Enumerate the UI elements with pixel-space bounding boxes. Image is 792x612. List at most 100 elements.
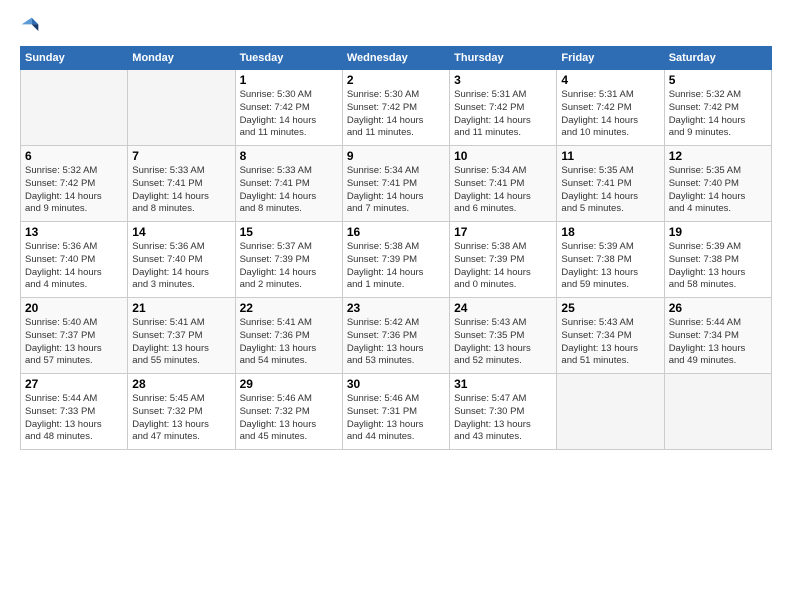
day-info: Sunrise: 5:45 AM Sunset: 7:32 PM Dayligh… bbox=[132, 393, 230, 444]
day-info: Sunrise: 5:38 AM Sunset: 7:39 PM Dayligh… bbox=[347, 241, 445, 292]
calendar-cell: 22Sunrise: 5:41 AM Sunset: 7:36 PM Dayli… bbox=[235, 298, 342, 374]
page: SundayMondayTuesdayWednesdayThursdayFrid… bbox=[0, 0, 792, 612]
calendar-cell: 2 Sunrise: 5:30 AM Sunset: 7:42 PM Daylig… bbox=[342, 70, 449, 146]
weekday-tuesday: Tuesday bbox=[235, 47, 342, 70]
day-number: 7 bbox=[132, 149, 230, 163]
day-number: 4 bbox=[561, 73, 659, 87]
day-info: Sunrise: 5:41 AM Sunset: 7:37 PM Dayligh… bbox=[132, 317, 230, 368]
day-info: Sunrise: 5:43 AM Sunset: 7:34 PM Dayligh… bbox=[561, 317, 659, 368]
calendar-cell: 17Sunrise: 5:38 AM Sunset: 7:39 PM Dayli… bbox=[450, 222, 557, 298]
day-info: Sunrise: 5:35 AM Sunset: 7:41 PM Dayligh… bbox=[561, 165, 659, 216]
header bbox=[20, 16, 772, 36]
day-number: 14 bbox=[132, 225, 230, 239]
calendar-cell: 16 Sunrise: 5:38 AM Sunset: 7:39 PM Dayli… bbox=[342, 222, 449, 298]
day-number: 25 bbox=[561, 301, 659, 315]
calendar-cell: 15 Sunrise: 5:37 AM Sunset: 7:39 PM Dayli… bbox=[235, 222, 342, 298]
calendar-cell: 27 Sunrise: 5:44 AM Sunset: 7:33 PM Dayli… bbox=[21, 374, 128, 450]
weekday-sunday: Sunday bbox=[21, 47, 128, 70]
calendar-cell: 25 Sunrise: 5:43 AM Sunset: 7:34 PM Dayli… bbox=[557, 298, 664, 374]
day-number: 16 bbox=[347, 225, 445, 239]
calendar-cell: 14 Sunrise: 5:36 AM Sunset: 7:40 PM Dayli… bbox=[128, 222, 235, 298]
day-number: 8 bbox=[240, 149, 338, 163]
weekday-header-row: SundayMondayTuesdayWednesdayThursdayFrid… bbox=[21, 47, 772, 70]
weekday-monday: Monday bbox=[128, 47, 235, 70]
day-info: Sunrise: 5:36 AM Sunset: 7:40 PM Dayligh… bbox=[132, 241, 230, 292]
calendar-cell: 31 Sunrise: 5:47 AM Sunset: 7:30 PM Dayli… bbox=[450, 374, 557, 450]
weekday-friday: Friday bbox=[557, 47, 664, 70]
calendar-cell: 28 Sunrise: 5:45 AM Sunset: 7:32 PM Dayli… bbox=[128, 374, 235, 450]
week-row-5: 27 Sunrise: 5:44 AM Sunset: 7:33 PM Dayli… bbox=[21, 374, 772, 450]
weekday-wednesday: Wednesday bbox=[342, 47, 449, 70]
calendar-cell: 11 Sunrise: 5:35 AM Sunset: 7:41 PM Dayli… bbox=[557, 146, 664, 222]
day-info: Sunrise: 5:37 AM Sunset: 7:39 PM Dayligh… bbox=[240, 241, 338, 292]
day-info: Sunrise: 5:46 AM Sunset: 7:31 PM Dayligh… bbox=[347, 393, 445, 444]
calendar-cell: 23 Sunrise: 5:42 AM Sunset: 7:36 PM Dayli… bbox=[342, 298, 449, 374]
calendar-cell: 12Sunrise: 5:35 AM Sunset: 7:40 PM Dayli… bbox=[664, 146, 771, 222]
day-number: 24 bbox=[454, 301, 552, 315]
logo bbox=[20, 16, 42, 36]
day-info: Sunrise: 5:32 AM Sunset: 7:42 PM Dayligh… bbox=[25, 165, 123, 216]
day-number: 3 bbox=[454, 73, 552, 87]
day-number: 19 bbox=[669, 225, 767, 239]
calendar-cell: 21 Sunrise: 5:41 AM Sunset: 7:37 PM Dayli… bbox=[128, 298, 235, 374]
day-info: Sunrise: 5:30 AM Sunset: 7:42 PM Dayligh… bbox=[347, 89, 445, 140]
calendar-cell: 9Sunrise: 5:34 AM Sunset: 7:41 PM Daylig… bbox=[342, 146, 449, 222]
calendar-cell: 4 Sunrise: 5:31 AM Sunset: 7:42 PM Daylig… bbox=[557, 70, 664, 146]
day-info: Sunrise: 5:46 AM Sunset: 7:32 PM Dayligh… bbox=[240, 393, 338, 444]
day-info: Sunrise: 5:31 AM Sunset: 7:42 PM Dayligh… bbox=[454, 89, 552, 140]
weekday-saturday: Saturday bbox=[664, 47, 771, 70]
day-number: 11 bbox=[561, 149, 659, 163]
day-number: 20 bbox=[25, 301, 123, 315]
calendar-cell: 18Sunrise: 5:39 AM Sunset: 7:38 PM Dayli… bbox=[557, 222, 664, 298]
calendar-cell: 10 Sunrise: 5:34 AM Sunset: 7:41 PM Dayli… bbox=[450, 146, 557, 222]
day-info: Sunrise: 5:39 AM Sunset: 7:38 PM Dayligh… bbox=[669, 241, 767, 292]
day-info: Sunrise: 5:35 AM Sunset: 7:40 PM Dayligh… bbox=[669, 165, 767, 216]
day-info: Sunrise: 5:38 AM Sunset: 7:39 PM Dayligh… bbox=[454, 241, 552, 292]
day-info: Sunrise: 5:33 AM Sunset: 7:41 PM Dayligh… bbox=[132, 165, 230, 216]
calendar-cell bbox=[557, 374, 664, 450]
day-number: 26 bbox=[669, 301, 767, 315]
calendar-cell: 5Sunrise: 5:32 AM Sunset: 7:42 PM Daylig… bbox=[664, 70, 771, 146]
day-info: Sunrise: 5:31 AM Sunset: 7:42 PM Dayligh… bbox=[561, 89, 659, 140]
calendar-cell: 30 Sunrise: 5:46 AM Sunset: 7:31 PM Dayli… bbox=[342, 374, 449, 450]
day-number: 27 bbox=[25, 377, 123, 391]
calendar-cell: 26Sunrise: 5:44 AM Sunset: 7:34 PM Dayli… bbox=[664, 298, 771, 374]
day-number: 6 bbox=[25, 149, 123, 163]
calendar: SundayMondayTuesdayWednesdayThursdayFrid… bbox=[20, 46, 772, 450]
day-number: 23 bbox=[347, 301, 445, 315]
day-number: 2 bbox=[347, 73, 445, 87]
calendar-cell: 1Sunrise: 5:30 AM Sunset: 7:42 PM Daylig… bbox=[235, 70, 342, 146]
day-number: 13 bbox=[25, 225, 123, 239]
day-info: Sunrise: 5:36 AM Sunset: 7:40 PM Dayligh… bbox=[25, 241, 123, 292]
day-number: 21 bbox=[132, 301, 230, 315]
calendar-cell: 6 Sunrise: 5:32 AM Sunset: 7:42 PM Daylig… bbox=[21, 146, 128, 222]
week-row-1: 1 Sunrise: 5:30 AM Sunset: 7:42 PM Daylig… bbox=[21, 70, 772, 146]
day-info: Sunrise: 5:34 AM Sunset: 7:41 PM Dayligh… bbox=[454, 165, 552, 216]
calendar-cell: 20 Sunrise: 5:40 AM Sunset: 7:37 PM Dayli… bbox=[21, 298, 128, 374]
day-number: 30 bbox=[347, 377, 445, 391]
day-info: Sunrise: 5:47 AM Sunset: 7:30 PM Dayligh… bbox=[454, 393, 552, 444]
day-number: 31 bbox=[454, 377, 552, 391]
week-row-4: 20 Sunrise: 5:40 AM Sunset: 7:37 PM Dayli… bbox=[21, 298, 772, 374]
day-number: 9 bbox=[347, 149, 445, 163]
weekday-thursday: Thursday bbox=[450, 47, 557, 70]
week-row-3: 13 Sunrise: 5:36 AM Sunset: 7:40 PM Dayli… bbox=[21, 222, 772, 298]
calendar-cell: 29 Sunrise: 5:46 AM Sunset: 7:32 PM Dayli… bbox=[235, 374, 342, 450]
day-number: 22 bbox=[240, 301, 338, 315]
day-number: 29 bbox=[240, 377, 338, 391]
calendar-cell: 24Sunrise: 5:43 AM Sunset: 7:35 PM Dayli… bbox=[450, 298, 557, 374]
day-info: Sunrise: 5:40 AM Sunset: 7:37 PM Dayligh… bbox=[25, 317, 123, 368]
day-number: 1 bbox=[240, 73, 338, 87]
day-info: Sunrise: 5:44 AM Sunset: 7:33 PM Dayligh… bbox=[25, 393, 123, 444]
calendar-cell bbox=[128, 70, 235, 146]
day-info: Sunrise: 5:42 AM Sunset: 7:36 PM Dayligh… bbox=[347, 317, 445, 368]
calendar-cell bbox=[21, 70, 128, 146]
day-number: 15 bbox=[240, 225, 338, 239]
calendar-cell: 3 Sunrise: 5:31 AM Sunset: 7:42 PM Daylig… bbox=[450, 70, 557, 146]
day-info: Sunrise: 5:39 AM Sunset: 7:38 PM Dayligh… bbox=[561, 241, 659, 292]
day-number: 28 bbox=[132, 377, 230, 391]
logo-icon bbox=[20, 16, 40, 36]
day-number: 10 bbox=[454, 149, 552, 163]
calendar-cell: 19 Sunrise: 5:39 AM Sunset: 7:38 PM Dayli… bbox=[664, 222, 771, 298]
calendar-cell bbox=[664, 374, 771, 450]
